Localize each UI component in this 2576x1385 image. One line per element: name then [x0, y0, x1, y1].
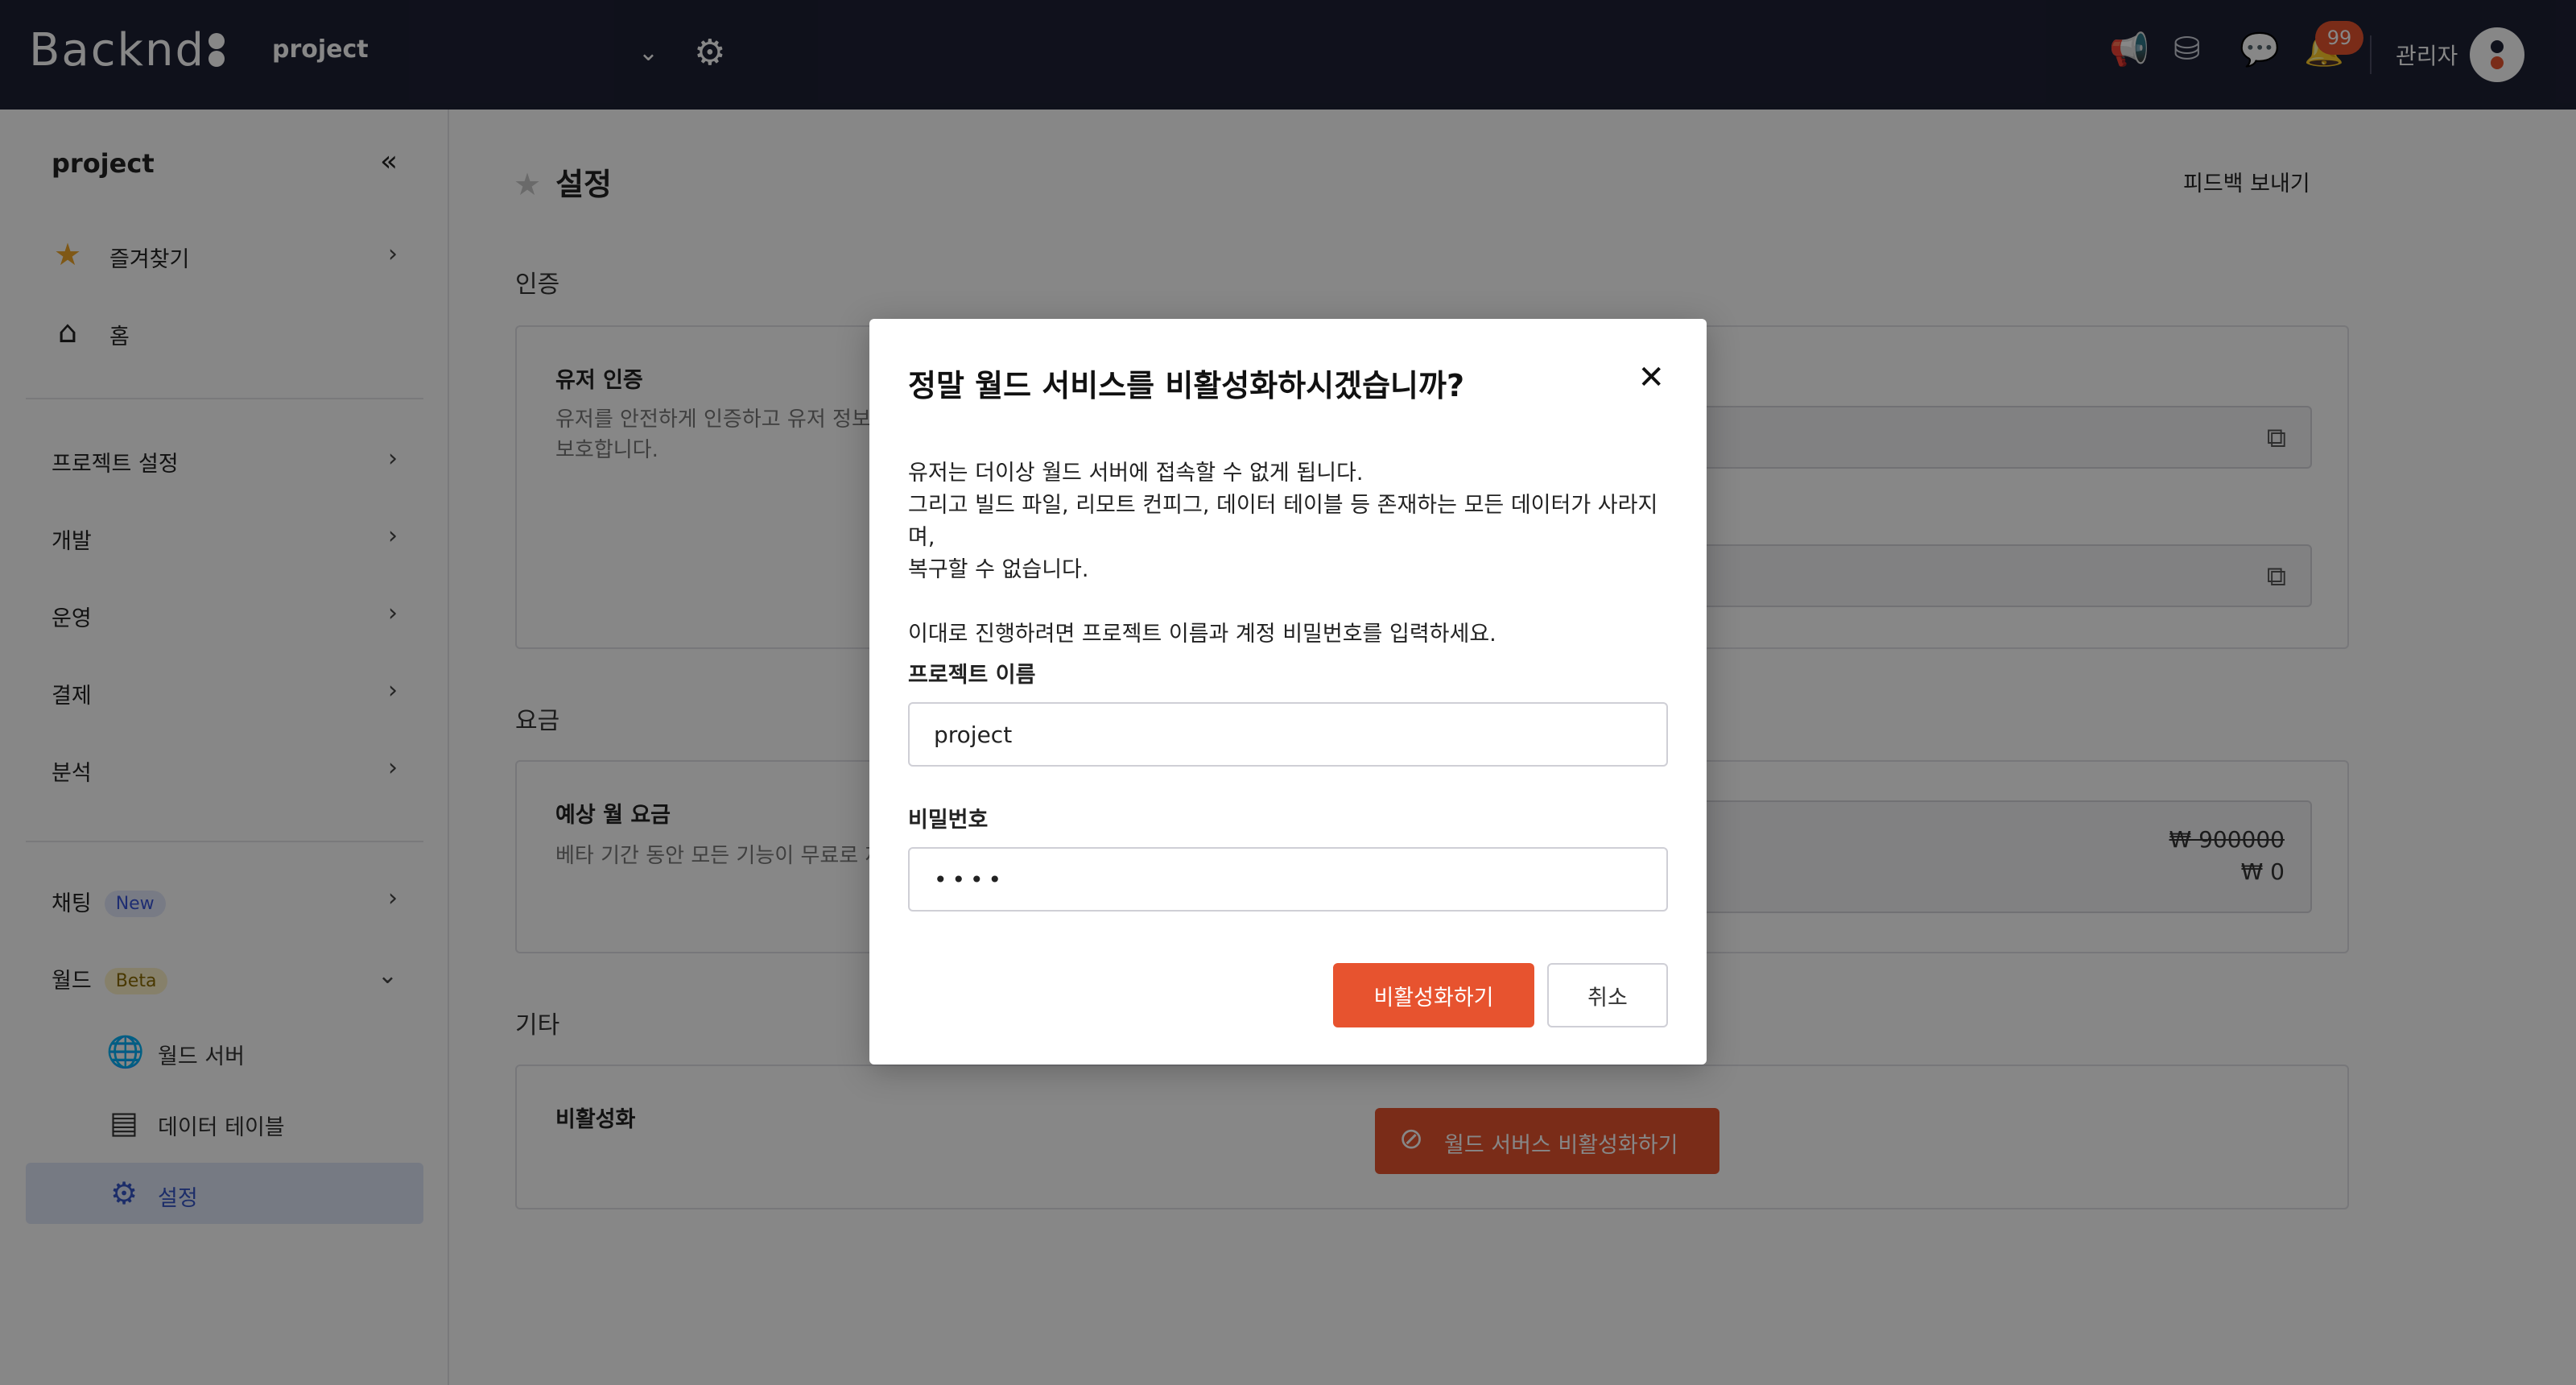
message-line: 유저는 더이상 월드 서버에 접속할 수 없게 됩니다. — [908, 461, 1364, 486]
cancel-button[interactable]: 취소 — [1547, 963, 1668, 1027]
project-name-input[interactable] — [908, 702, 1668, 767]
instruction-text: 이대로 진행하려면 프로젝트 이름과 계정 비밀번호를 입력하세요. — [908, 622, 1496, 647]
project-name-label: 프로젝트 이름 — [908, 663, 1036, 688]
deactivate-confirmation-dialog: 정말 월드 서비스를 비활성화하시겠습니까? ✕ 유저는 더이상 월드 서버에 … — [869, 319, 1707, 1065]
confirm-deactivate-button[interactable]: 비활성화하기 — [1333, 963, 1534, 1027]
dialog-title: 정말 월드 서비스를 비활성화하시겠습니까? — [908, 368, 1465, 403]
message-line: 복구할 수 없습니다. — [908, 557, 1089, 582]
dialog-message: 유저는 더이상 월드 서버에 접속할 수 없게 됩니다. 그리고 빌드 파일, … — [908, 457, 1673, 651]
message-line: 그리고 빌드 파일, 리모트 컨피그, 데이터 테이블 등 존재하는 모든 데이… — [908, 493, 1658, 550]
close-icon[interactable]: ✕ — [1637, 359, 1665, 396]
password-label: 비밀번호 — [908, 808, 989, 833]
password-input[interactable] — [908, 847, 1668, 912]
